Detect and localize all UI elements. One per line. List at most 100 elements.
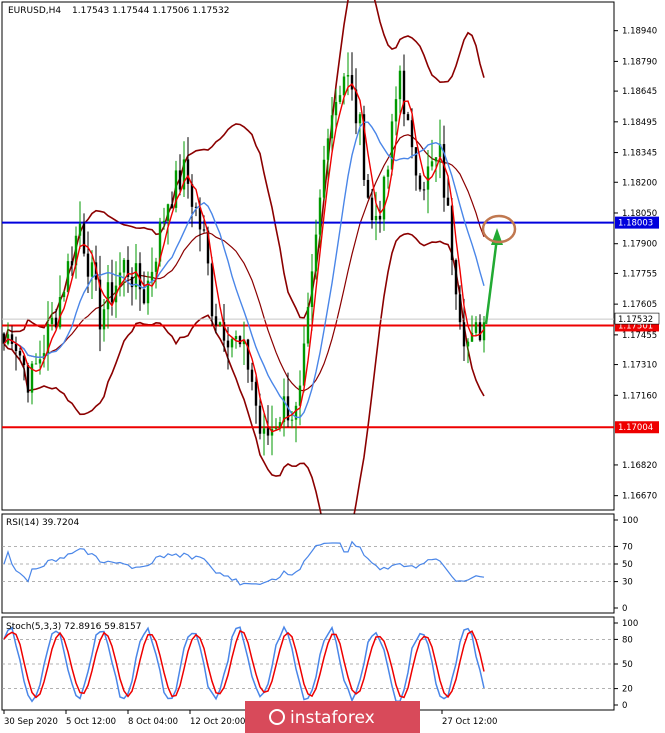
- candle-body: [226, 340, 230, 348]
- candle-body: [234, 336, 238, 340]
- chart-root: EURUSD,H4 1.17543 1.17544 1.17506 1.1753…: [1, 0, 660, 733]
- candle-body: [378, 215, 382, 220]
- candle-body: [190, 183, 194, 207]
- time-tick-label: 5 Oct 12:00: [66, 717, 116, 727]
- candle-body: [82, 223, 86, 254]
- candle-body: [358, 114, 362, 124]
- candle-body: [382, 176, 386, 220]
- candle-body: [370, 197, 374, 221]
- candle-body: [330, 115, 334, 139]
- current-price-label: 1.17532: [618, 315, 653, 325]
- candle-body: [142, 289, 146, 304]
- candle-body: [366, 179, 370, 198]
- candle-body: [458, 294, 462, 323]
- candle-body: [394, 99, 398, 122]
- candle-body: [70, 261, 74, 266]
- candle-body: [350, 75, 354, 90]
- tick-label: 80: [622, 635, 633, 645]
- tick-label: 30: [622, 578, 633, 588]
- candle-body: [314, 234, 318, 272]
- candle-body: [58, 297, 62, 328]
- candle-body: [434, 157, 438, 162]
- price-tick-label: 1.18200: [622, 178, 657, 188]
- candle-body: [258, 405, 262, 434]
- stoch-axis: 100 80 50 20 0: [614, 619, 638, 711]
- candle-body: [66, 261, 70, 292]
- candle-body: [306, 306, 310, 344]
- candle-body: [414, 147, 418, 176]
- candle-body: [166, 204, 170, 221]
- stoch-title: Stoch(5,3,3) 72.8916 59.8157: [6, 622, 141, 632]
- time-tick-label: 30 Sep 2020: [4, 717, 58, 727]
- candle-body: [178, 170, 182, 190]
- rsi-pane: RSI(14) 39.7204 100 70 50 30 0: [1, 513, 638, 614]
- candle-body: [322, 159, 326, 198]
- rsi-plot-frame: [1, 513, 615, 614]
- candle-body: [422, 189, 426, 191]
- candle-body: [238, 336, 242, 345]
- price-tick-label: 1.18645: [622, 87, 657, 97]
- candle-body: [14, 343, 18, 352]
- price-tick-label: 1.17310: [622, 361, 657, 371]
- candle-body: [50, 317, 54, 324]
- candle-body: [262, 428, 266, 434]
- time-tick-label: 8 Oct 04:00: [128, 717, 178, 727]
- price-tick-label: 1.18495: [622, 118, 657, 128]
- candle-body: [38, 359, 42, 364]
- candle-body: [210, 263, 214, 317]
- candle-body: [106, 282, 110, 310]
- candle-body: [426, 166, 430, 190]
- candle-body: [454, 260, 458, 295]
- candle-body: [246, 339, 250, 370]
- price-tick-label: 1.17455: [622, 331, 657, 341]
- candle-body: [478, 322, 482, 341]
- rsi-title: RSI(14) 39.7204: [6, 518, 79, 528]
- candle-body: [90, 262, 94, 277]
- candle-body: [102, 309, 106, 330]
- candle-body: [418, 175, 422, 190]
- tick-label: 0: [622, 604, 627, 614]
- price-tick-label: 1.16820: [622, 461, 657, 471]
- candle-body: [10, 334, 14, 344]
- candle-body: [230, 339, 234, 348]
- tick-label: 50: [622, 560, 633, 570]
- candle-body: [402, 70, 406, 115]
- candle-body: [202, 229, 206, 231]
- candle-body: [474, 322, 478, 333]
- price-tick-label: 1.18345: [622, 149, 657, 159]
- candle-body: [430, 161, 434, 167]
- candle-body: [386, 169, 390, 177]
- candle-body: [406, 114, 410, 121]
- candle-body: [318, 197, 322, 235]
- price-tick-label: 1.16670: [622, 492, 657, 502]
- candle-body: [18, 351, 22, 356]
- level-price-label: 1.18003: [618, 219, 653, 229]
- tick-label: 50: [622, 660, 633, 670]
- candle-body: [342, 76, 346, 96]
- candle-body: [218, 322, 222, 326]
- candle-body: [34, 363, 38, 365]
- tick-label: 70: [622, 542, 633, 552]
- candle-body: [122, 259, 126, 273]
- candle-body: [170, 204, 174, 208]
- time-tick-label: 27 Oct 12:00: [442, 717, 497, 727]
- time-tick-label: 12 Oct 20:00: [190, 717, 245, 727]
- price-tick-label: 1.17605: [622, 300, 657, 310]
- main-price-pane: EURUSD,H4 1.17543 1.17544 1.17506 1.1753…: [1, 0, 660, 563]
- candle-body: [334, 101, 338, 116]
- candle-body: [346, 75, 350, 77]
- candle-body: [86, 253, 90, 277]
- stoch-pane: Stoch(5,3,3) 72.8916 59.8157 100 80 50 20 0: [1, 616, 638, 711]
- candle-body: [214, 316, 218, 326]
- rsi-axis: 100 70 50 30 0: [614, 516, 638, 614]
- candle-body: [338, 95, 342, 102]
- candle-body: [410, 120, 414, 148]
- watermark: instaforex: [245, 701, 420, 733]
- tick-label: 100: [622, 619, 638, 629]
- candle-body: [326, 138, 330, 160]
- price-tick-label: 1.17755: [622, 269, 657, 279]
- candle-body: [290, 419, 294, 421]
- tick-label: 20: [622, 685, 633, 695]
- candle-body: [374, 215, 378, 221]
- candle-body: [446, 197, 450, 206]
